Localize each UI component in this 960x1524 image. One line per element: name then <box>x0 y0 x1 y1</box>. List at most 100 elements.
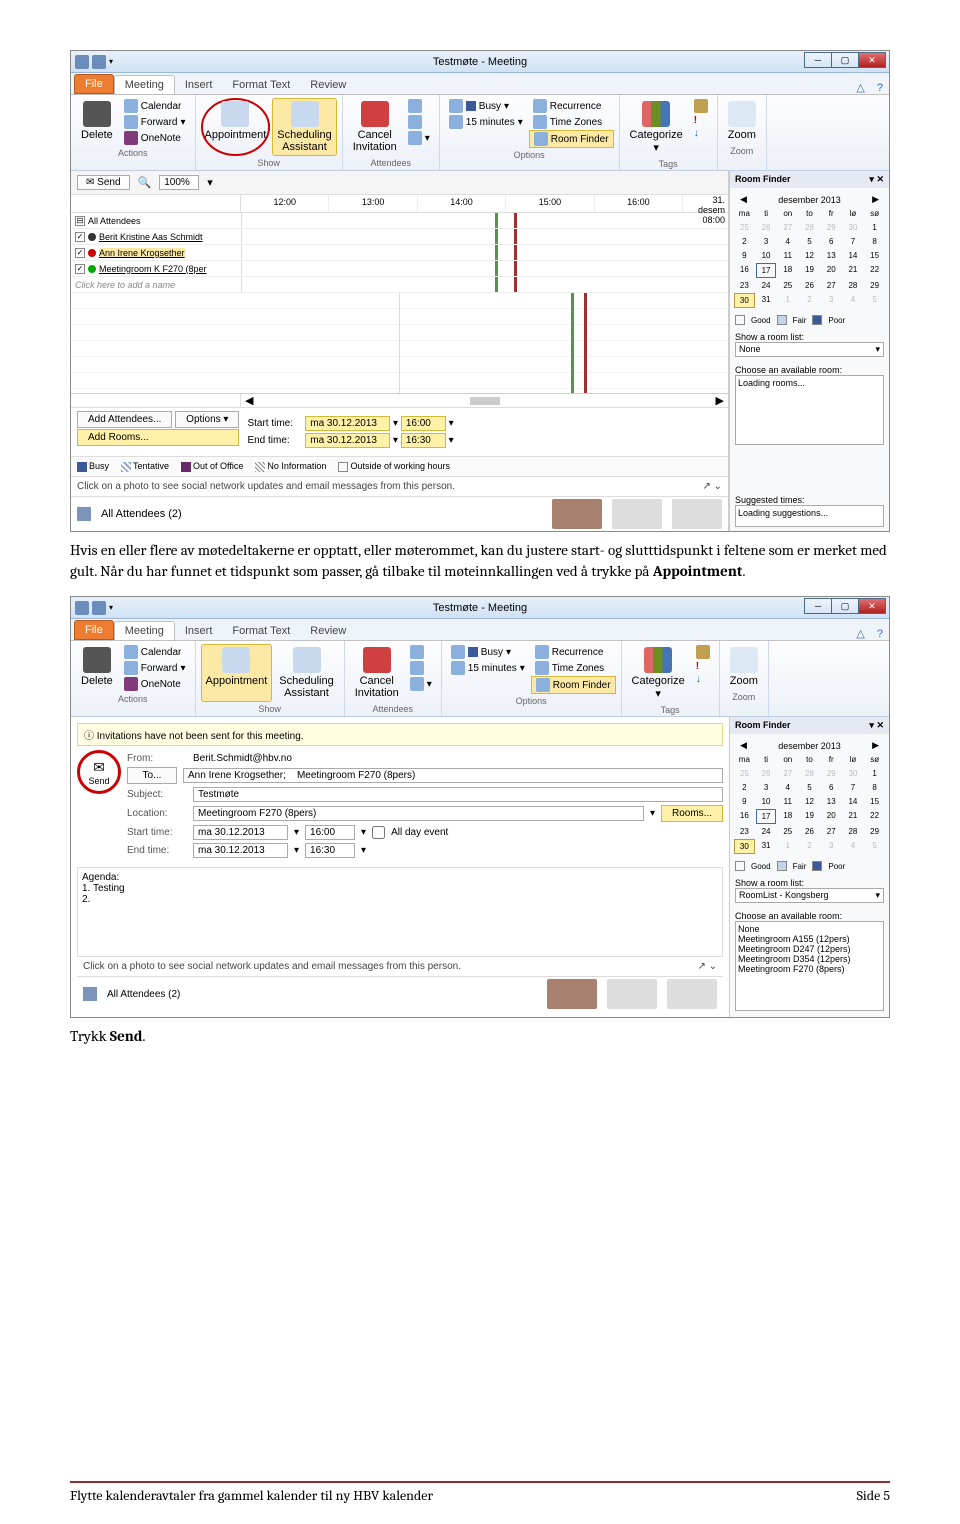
scroll-right-icon[interactable]: ▶ <box>716 394 724 407</box>
person-photo-placeholder[interactable] <box>607 979 657 1009</box>
private-button[interactable] <box>690 98 712 114</box>
timezones-button[interactable]: Time Zones <box>531 660 616 676</box>
social-dropdown-icon[interactable]: ⌄ <box>714 481 722 492</box>
roomfinder-close-icon[interactable]: ✕ <box>876 174 884 184</box>
end-date-input[interactable] <box>305 433 390 448</box>
tab-review[interactable]: Review <box>300 76 356 94</box>
all-attendees-count[interactable]: All Attendees (2) <box>107 989 180 1000</box>
scrollbar-thumb[interactable] <box>470 397 500 405</box>
mini-calendar[interactable]: mationtofrløsø 2526272829301 2345678 910… <box>734 207 885 308</box>
maximize-button[interactable]: ▢ <box>831 598 859 614</box>
person-photo[interactable] <box>547 979 597 1009</box>
attendee-checkbox[interactable]: ✓ <box>75 264 85 274</box>
start-date-input[interactable] <box>305 416 390 431</box>
categorize-button[interactable]: Categorize▾ <box>625 98 688 157</box>
tab-file[interactable]: File <box>74 620 114 640</box>
zoom-search-icon[interactable]: 🔍 <box>138 176 152 189</box>
location-field[interactable] <box>193 806 644 821</box>
reminder-dropdown[interactable]: 15 minutes ▾ <box>447 660 529 676</box>
categorize-button[interactable]: Categorize▾ <box>627 644 690 703</box>
show-as-dropdown[interactable]: Busy ▾ <box>445 98 527 114</box>
calendar-button[interactable]: Calendar <box>120 98 190 114</box>
available-rooms-list[interactable]: None Meetingroom A155 (12pers) Meetingro… <box>735 921 884 1011</box>
roomfinder-button[interactable]: Room Finder <box>531 676 616 694</box>
check-names-button[interactable] <box>404 114 434 130</box>
room-list-dropdown[interactable]: RoomList - Kongsberg▾ <box>735 888 884 903</box>
person-photo[interactable] <box>552 499 602 529</box>
social-expand-icon[interactable]: ↗ <box>697 961 705 972</box>
end-time-input[interactable] <box>401 433 446 448</box>
response-options-button[interactable]: ▾ <box>404 130 434 146</box>
calendar-button[interactable]: Calendar <box>120 644 190 660</box>
scroll-left-icon[interactable]: ◀ <box>245 394 253 407</box>
all-attendees-count[interactable]: All Attendees (2) <box>101 508 182 520</box>
tab-meeting[interactable]: Meeting <box>114 75 175 94</box>
timezones-button[interactable]: Time Zones <box>529 114 614 130</box>
prev-month-icon[interactable]: ◀ <box>740 740 747 751</box>
save-icon[interactable] <box>92 55 106 69</box>
options-button[interactable]: Options ▾ <box>175 411 239 428</box>
tab-insert[interactable]: Insert <box>175 76 223 94</box>
send-button[interactable]: ✉ Send <box>77 175 130 190</box>
person-photo-placeholder[interactable] <box>672 499 722 529</box>
tab-meeting[interactable]: Meeting <box>114 621 175 640</box>
social-dropdown-icon[interactable]: ⌄ <box>709 961 717 972</box>
body-textarea[interactable]: Agenda: 1. Testing 2. <box>77 867 723 957</box>
minimize-button[interactable]: ─ <box>804 52 832 68</box>
attendee-name[interactable]: Meetingroom K F270 (8per <box>99 264 207 274</box>
forward-button[interactable]: Forward ▾ <box>120 114 190 130</box>
forward-button[interactable]: Forward ▾ <box>120 660 190 676</box>
rooms-button[interactable]: Rooms... <box>661 805 723 822</box>
to-button[interactable]: To... <box>127 767 177 784</box>
suggested-times-list[interactable]: Loading suggestions... <box>735 505 884 527</box>
available-rooms-list[interactable]: Loading rooms... <box>735 375 884 445</box>
recurrence-button[interactable]: Recurrence <box>531 644 616 660</box>
high-priority-button[interactable]: ! <box>690 114 712 127</box>
prev-month-icon[interactable]: ◀ <box>740 194 747 205</box>
add-rooms-button[interactable]: Add Rooms... <box>77 429 239 446</box>
delete-button[interactable]: Delete <box>76 98 118 146</box>
onenote-button[interactable]: OneNote <box>120 676 190 692</box>
show-as-dropdown[interactable]: Busy ▾ <box>447 644 529 660</box>
tab-format-text[interactable]: Format Text <box>222 76 300 94</box>
low-priority-button[interactable]: ↓ <box>690 127 712 140</box>
social-expand-icon[interactable]: ↗ <box>702 481 710 492</box>
tab-insert[interactable]: Insert <box>175 622 223 640</box>
send-button[interactable]: ✉Send <box>77 750 121 794</box>
close-button[interactable]: ✕ <box>858 52 886 68</box>
all-day-checkbox[interactable] <box>372 826 385 839</box>
start-date-input[interactable] <box>193 825 288 840</box>
zoom-button[interactable]: Zoom <box>723 98 761 144</box>
next-month-icon[interactable]: ▶ <box>872 740 879 751</box>
attendee-name[interactable]: Berit Kristine Aas Schmidt <box>99 232 203 242</box>
person-photo-placeholder[interactable] <box>667 979 717 1009</box>
help-icon[interactable]: ? <box>871 82 889 94</box>
add-attendees-button[interactable]: Add Attendees... <box>77 411 172 428</box>
save-icon[interactable] <box>92 601 106 615</box>
recurrence-button[interactable]: Recurrence <box>529 98 614 114</box>
tab-format-text[interactable]: Format Text <box>222 622 300 640</box>
subject-field[interactable] <box>193 787 723 802</box>
end-date-input[interactable] <box>193 843 288 858</box>
roomfinder-close-icon[interactable]: ✕ <box>876 720 884 730</box>
all-attendees-checkbox[interactable]: ⊟ <box>75 216 85 226</box>
reminder-dropdown[interactable]: 15 minutes ▾ <box>445 114 527 130</box>
start-time-input[interactable] <box>305 825 355 840</box>
room-list-dropdown[interactable]: None▾ <box>735 342 884 357</box>
end-time-input[interactable] <box>305 843 355 858</box>
roomfinder-dropdown-icon[interactable]: ▾ <box>869 174 874 184</box>
qat-dropdown-icon[interactable]: ▾ <box>109 603 113 612</box>
roomfinder-button[interactable]: Room Finder <box>529 130 614 148</box>
ribbon-minimize-icon[interactable]: △ <box>850 627 870 640</box>
attendee-name[interactable]: Ann Irene Krogsether <box>99 248 185 258</box>
cancel-invitation-button[interactable]: Cancel Invitation <box>350 644 404 702</box>
appointment-button[interactable]: Appointment <box>201 644 273 702</box>
mini-calendar[interactable]: mationtofrløsø 2526272829301 2345678 910… <box>734 753 885 854</box>
tab-review[interactable]: Review <box>300 622 356 640</box>
help-icon[interactable]: ? <box>871 628 889 640</box>
zoom-level-input[interactable] <box>159 175 199 190</box>
next-month-icon[interactable]: ▶ <box>872 194 879 205</box>
ribbon-minimize-icon[interactable]: △ <box>850 81 870 94</box>
add-attendee-input[interactable]: Click here to add a name <box>71 277 241 292</box>
roomfinder-dropdown-icon[interactable]: ▾ <box>869 720 874 730</box>
